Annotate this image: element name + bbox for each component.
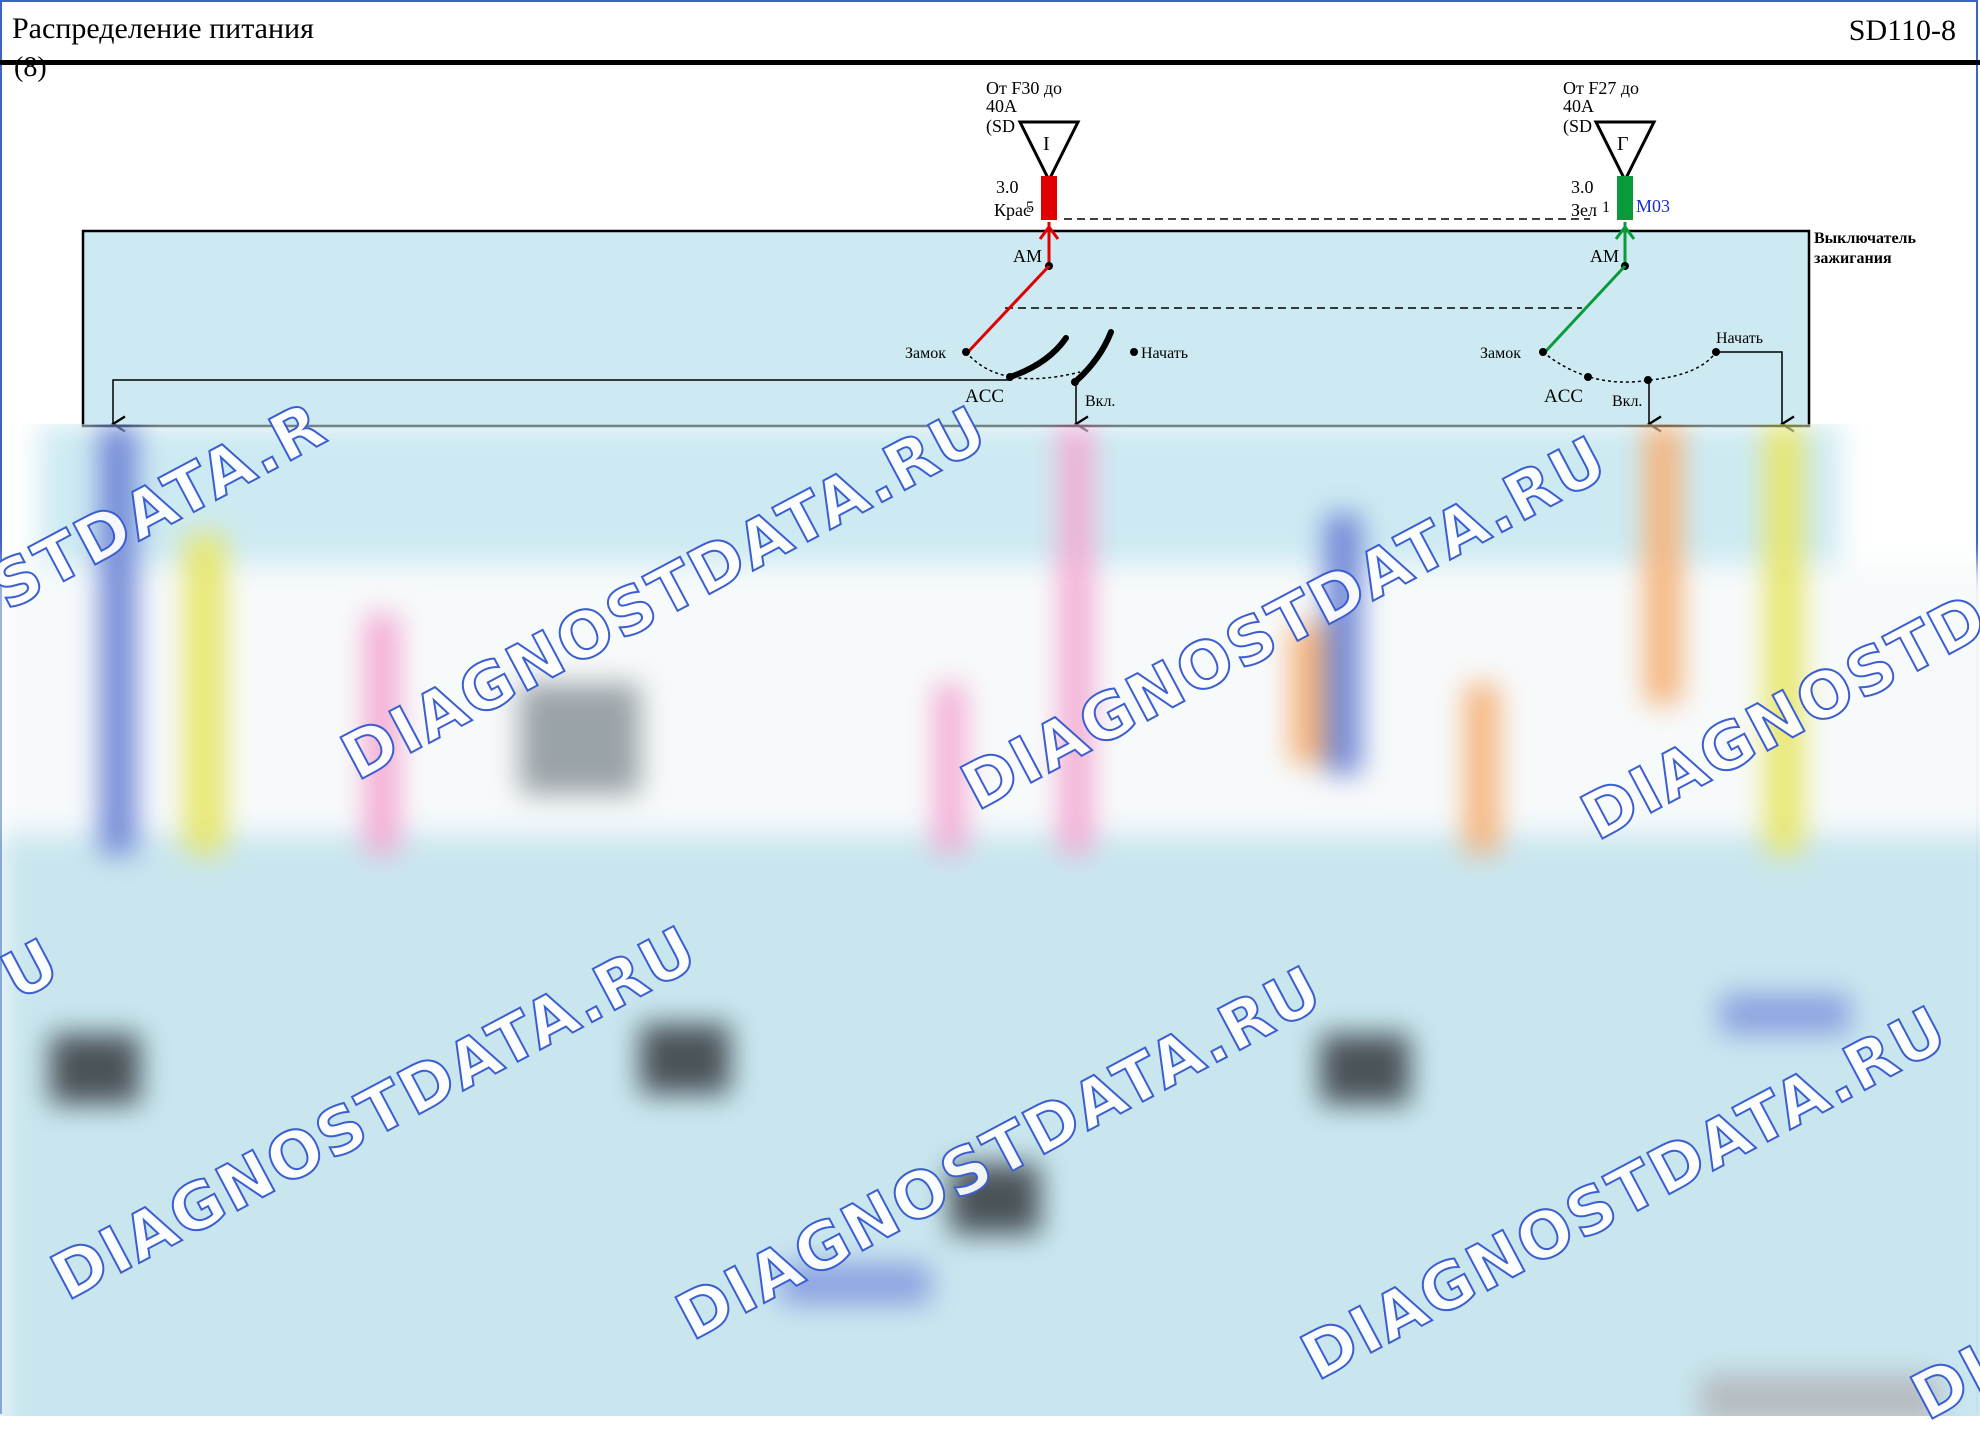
- connector-letter-left: I: [1043, 133, 1050, 155]
- terminal-am-left: AM: [1013, 246, 1042, 266]
- pin-left: 5: [1026, 199, 1034, 216]
- wire-size-right: 3.0: [1571, 177, 1594, 197]
- pos-lock-right: Замок: [1480, 345, 1521, 362]
- ignition-switch-diagram: Выключатель зажигания I От F30 до 40A (S…: [81, 78, 1917, 433]
- contact-dot-start-left: [1130, 348, 1138, 356]
- blur-component-dark-4: [1320, 1034, 1410, 1104]
- pos-acc-right: ACC: [1544, 386, 1583, 407]
- terminal-am-right: AM: [1590, 246, 1619, 266]
- blur-wire-orange-2: [1645, 424, 1681, 704]
- connector-code-right: M03: [1636, 196, 1670, 216]
- pos-lock-left: Замок: [905, 345, 946, 362]
- component-label-line1: Выключатель: [1814, 230, 1917, 247]
- wire-green: [1617, 176, 1633, 220]
- pin-right: 1: [1602, 199, 1610, 216]
- source-right-line3: (SD: [1563, 116, 1592, 137]
- blur-label-blue: [1720, 994, 1850, 1034]
- blur-component-dark-1: [50, 1034, 140, 1104]
- blur-wire-yellow-2: [1765, 424, 1803, 854]
- contact-dot-on-left: [1071, 378, 1079, 386]
- wire-red: [1041, 176, 1057, 220]
- contact-dot-on-right: [1644, 376, 1652, 384]
- pos-on-right: Вкл.: [1612, 393, 1642, 410]
- pos-on-left: Вкл.: [1085, 393, 1115, 410]
- blur-wire-yellow-1: [185, 534, 225, 854]
- pos-start-left: Начать: [1141, 345, 1188, 362]
- blur-wire-orange-3: [1465, 684, 1499, 854]
- connector-letter-right: Г: [1617, 133, 1629, 155]
- source-left-line3: (SD: [986, 116, 1015, 137]
- pos-start-right: Начать: [1716, 330, 1763, 347]
- source-right-line2: 40A: [1563, 96, 1594, 116]
- blur-component-dark-2: [640, 1024, 730, 1094]
- wire-color-right: Зел: [1571, 200, 1597, 220]
- contact-dot-acc-right: [1584, 373, 1592, 381]
- obscured-schematic-region: [0, 424, 1980, 1416]
- component-label-line2: зажигания: [1814, 250, 1892, 267]
- source-left-line2: 40A: [986, 96, 1017, 116]
- source-right-line1: От F27 до: [1563, 78, 1639, 98]
- blur-wire-pink-2: [1060, 424, 1092, 854]
- wire-size-left: 3.0: [996, 177, 1019, 197]
- blur-footer-grey: [1700, 1374, 1940, 1416]
- source-left-line1: От F30 до: [986, 78, 1062, 98]
